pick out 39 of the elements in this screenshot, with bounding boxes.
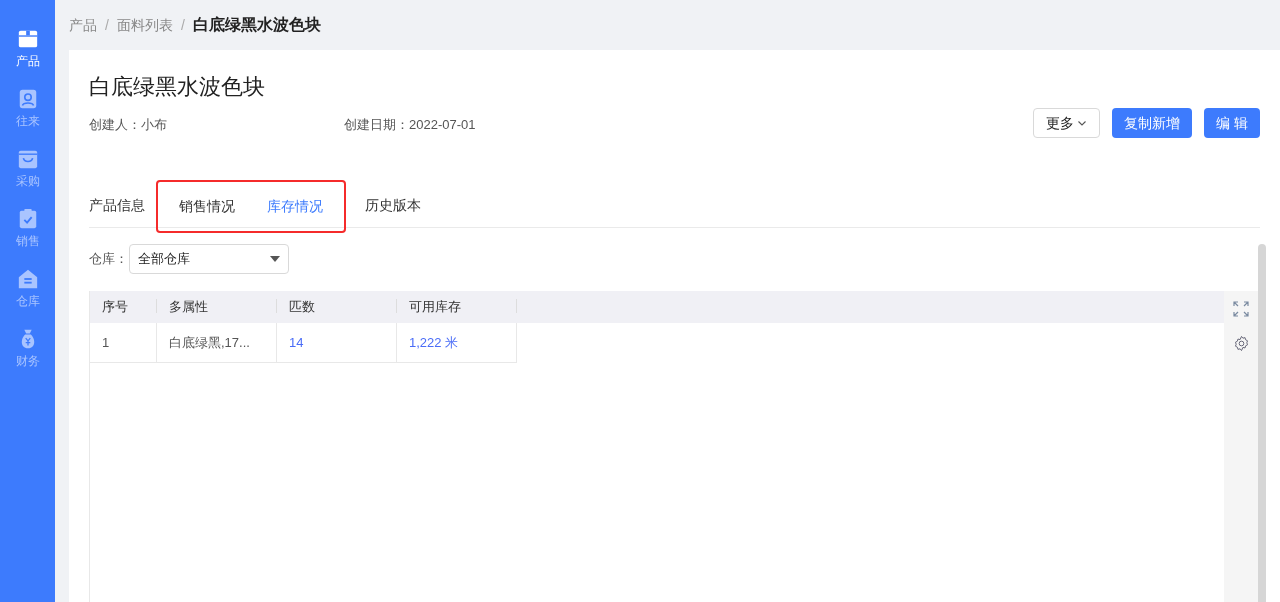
warehouse-label: 仓库： <box>89 250 128 269</box>
house-icon <box>16 268 39 290</box>
sidebar-item[interactable]: 往来 <box>0 87 55 130</box>
breadcrumb-separator: / <box>105 16 109 35</box>
column-header: 可用库存 <box>397 297 517 317</box>
chevron-down-icon <box>1077 118 1088 128</box>
table-cell: 1,222 米 <box>397 323 517 363</box>
meta-field: 创建日期：2022-07-01 <box>344 115 599 135</box>
breadcrumb-current: 白底绿黑水波色块 <box>192 14 321 35</box>
fullscreen-icon[interactable] <box>1233 301 1249 317</box>
box-icon <box>16 28 39 50</box>
column-header: 序号 <box>90 297 157 317</box>
more-dropdown-button[interactable]: 更多 <box>1033 108 1101 138</box>
tab[interactable]: 销售情况 <box>168 186 246 226</box>
action-button[interactable]: 编 辑 <box>1204 108 1260 138</box>
tab[interactable]: 库存情况 <box>256 186 334 226</box>
scrollbar[interactable] <box>1258 244 1266 602</box>
meta-field: 创建人：小布 <box>89 115 344 135</box>
sidebar-item[interactable]: 仓库 <box>0 267 55 310</box>
settings-icon[interactable] <box>1232 335 1250 352</box>
breadcrumb-separator: / <box>180 16 185 35</box>
column-header: 多属性 <box>157 297 277 317</box>
breadcrumb-link[interactable]: 产品 <box>69 15 97 35</box>
table-cell: 14 <box>277 323 397 363</box>
caret-down-icon <box>270 256 280 262</box>
basket-icon <box>16 148 39 170</box>
action-button[interactable]: 复制新增 <box>1112 108 1193 138</box>
sidebar-item[interactable]: 采购 <box>0 147 55 190</box>
tab[interactable]: 产品信息 <box>78 185 156 225</box>
sidebar-item[interactable]: 销售 <box>0 207 55 250</box>
warehouse-select[interactable]: 全部仓库 <box>129 244 289 274</box>
table-cell: 白底绿黑,17... <box>157 323 277 363</box>
sidebar-item[interactable]: 产品 <box>0 27 55 70</box>
table-cell: 1 <box>90 323 157 363</box>
sidebar-item[interactable]: 财务 <box>0 327 55 370</box>
page-title: 白底绿黑水波色块 <box>89 73 266 101</box>
breadcrumb-link[interactable]: 面料列表 <box>116 15 173 35</box>
tab[interactable]: 历史版本 <box>354 185 432 225</box>
column-header: 匹数 <box>277 297 397 317</box>
